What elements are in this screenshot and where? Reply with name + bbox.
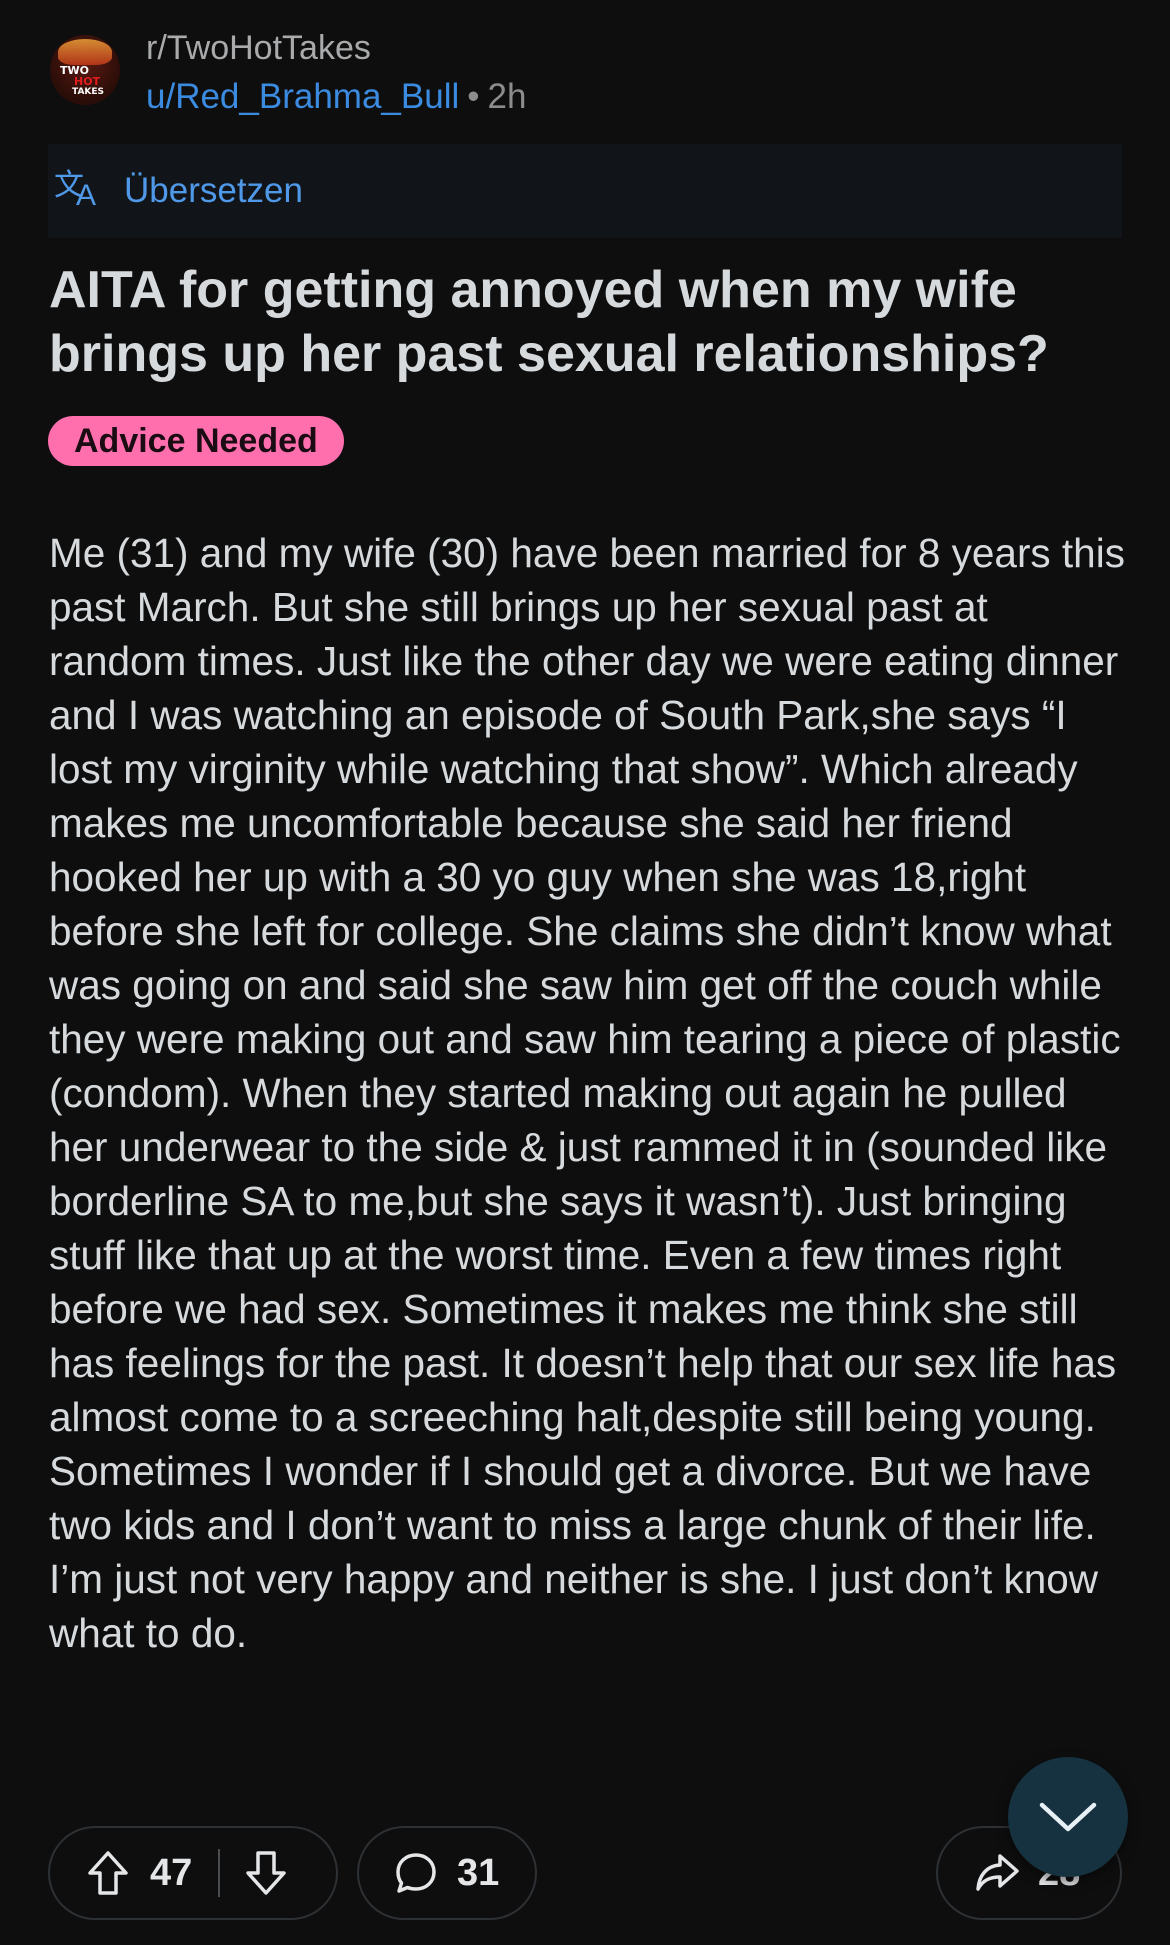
share-icon [974, 1852, 1020, 1894]
translate-icon: 文A [54, 169, 97, 212]
comment-count: 31 [457, 1851, 500, 1894]
separator-dot: • [467, 77, 480, 116]
translate-label: Übersetzen [124, 171, 303, 210]
post-title: AITA for getting annoyed when my wife br… [49, 261, 1049, 383]
post-flair[interactable]: Advice Needed [48, 416, 344, 466]
comment-button[interactable]: 31 [357, 1826, 537, 1920]
upvote-icon[interactable] [86, 1849, 130, 1897]
avatar-flame [58, 39, 112, 65]
post-header: TWO HOT TAKES r/TwoHotTakes u/Red_Brahma… [50, 28, 1120, 118]
vote-control: 47 [48, 1826, 338, 1920]
post-body: Me (31) and my wife (30) have been marri… [49, 530, 1125, 1656]
comment-icon [393, 1850, 439, 1896]
subreddit-name[interactable]: r/TwoHotTakes [146, 28, 371, 68]
chevron-down-icon [1038, 1799, 1098, 1835]
author-name[interactable]: u/Red_Brahma_Bull [146, 77, 459, 116]
subreddit-avatar[interactable]: TWO HOT TAKES [50, 35, 120, 105]
vote-divider [218, 1849, 221, 1897]
avatar-text-hot: HOT [74, 75, 101, 88]
author-line: u/Red_Brahma_Bull • 2h [146, 76, 526, 118]
downvote-icon[interactable] [244, 1849, 288, 1897]
avatar-text-takes: TAKES [72, 87, 105, 97]
post-actions: 47 31 28 [48, 1826, 1122, 1922]
post-age: 2h [487, 77, 527, 116]
translate-button[interactable]: 文A Übersetzen [48, 144, 1122, 238]
scroll-down-button[interactable] [1008, 1757, 1128, 1877]
upvote-count: 47 [150, 1851, 193, 1894]
